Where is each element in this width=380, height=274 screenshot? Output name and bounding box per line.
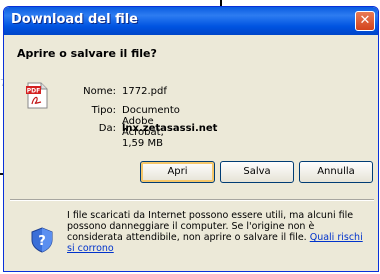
pdf-file-icon: PDF xyxy=(26,82,48,109)
dialog-title: Download del file xyxy=(11,12,138,27)
pdf-badge: PDF xyxy=(27,88,40,95)
title-bar[interactable]: Download del file ✕ xyxy=(4,7,378,35)
file-type-label: Tipo: xyxy=(91,105,116,116)
file-name-label: Nome: xyxy=(83,86,116,97)
divider xyxy=(10,199,374,201)
close-button[interactable]: ✕ xyxy=(355,11,375,31)
file-source-value: lnx.zetasassi.net xyxy=(122,123,218,134)
open-button[interactable]: Apri xyxy=(140,161,215,183)
download-dialog: Download del file ✕ Aprire o salvare il … xyxy=(3,6,379,272)
save-button[interactable]: Salva xyxy=(220,161,294,183)
security-shield-icon: ? xyxy=(31,227,53,253)
security-warning: I file scaricati da Internet possono ess… xyxy=(67,210,372,254)
close-icon: ✕ xyxy=(359,13,371,28)
dialog-heading: Aprire o salvare il file? xyxy=(17,47,157,60)
svg-text:?: ? xyxy=(38,234,46,249)
file-name-value: 1772.pdf xyxy=(122,86,167,97)
cancel-button[interactable]: Annulla xyxy=(299,161,373,183)
file-source-label: Da: xyxy=(98,123,116,134)
